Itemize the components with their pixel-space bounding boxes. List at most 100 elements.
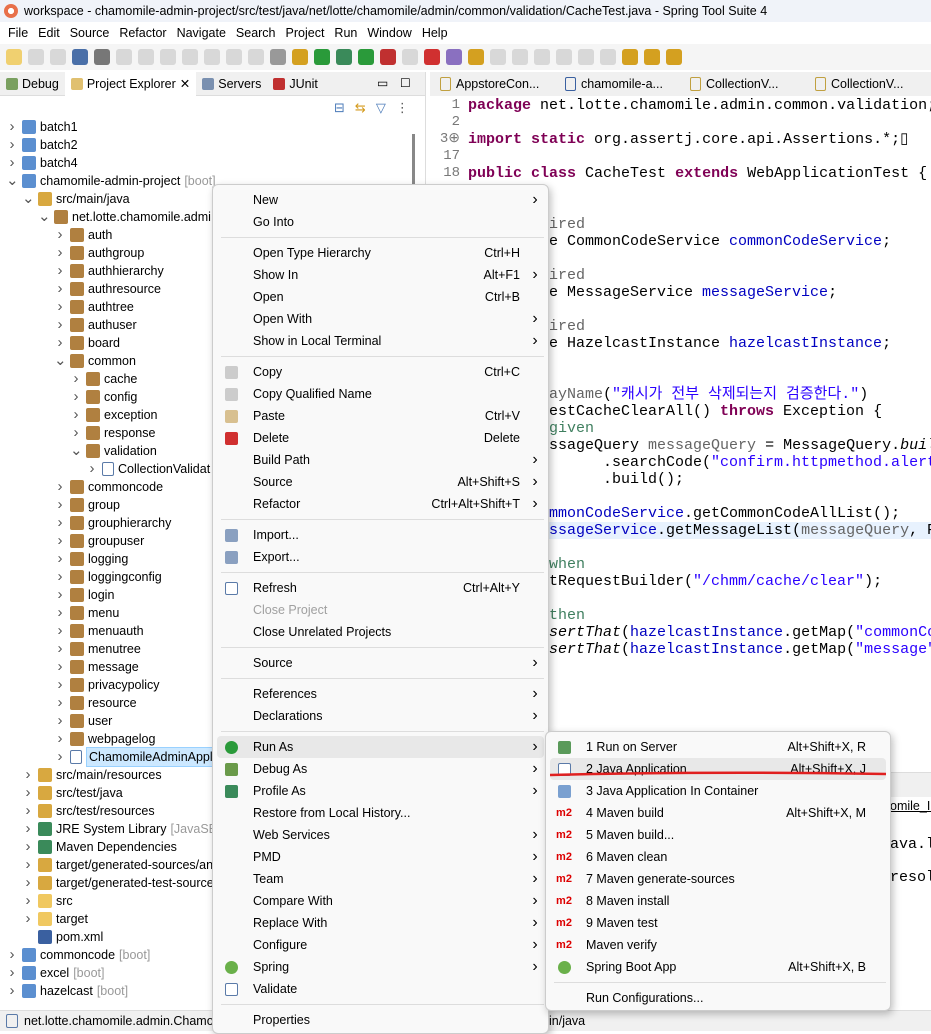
menu-item-paste[interactable]: Paste Ctrl+V: [217, 405, 544, 427]
menu-item-export[interactable]: Export...: [217, 546, 544, 568]
menu-item-validate[interactable]: Validate: [217, 978, 544, 1000]
chevron-right-icon[interactable]: ›: [54, 280, 66, 298]
chevron-right-icon[interactable]: ›: [54, 712, 66, 730]
menu-file[interactable]: File: [4, 26, 34, 40]
menu-item-6-maven-clean[interactable]: m2 6 Maven clean: [550, 846, 886, 868]
menu-item-7-maven-generate-sources[interactable]: m2 7 Maven generate-sources: [550, 868, 886, 890]
chevron-right-icon[interactable]: ›: [54, 568, 66, 586]
menu-item-open-type-hierarchy[interactable]: Open Type Hierarchy Ctrl+H: [217, 242, 544, 264]
menu-item-compare-with[interactable]: Compare With ›: [217, 890, 544, 912]
tree-item[interactable]: › authhierarchy: [54, 262, 164, 280]
tree-item[interactable]: › src/test/java: [22, 784, 123, 802]
chevron-right-icon[interactable]: ›: [54, 622, 66, 640]
toolbar-button-icon[interactable]: [512, 49, 528, 65]
tree-item[interactable]: › user: [54, 712, 113, 730]
chevron-right-icon[interactable]: ›: [54, 550, 66, 568]
chevron-right-icon[interactable]: ›: [22, 874, 34, 892]
editor-tab[interactable]: chamomile-a...: [555, 72, 680, 96]
menu-item-run-configurations[interactable]: Run Configurations...: [550, 987, 886, 1009]
tree-item[interactable]: ⌄ validation: [70, 442, 157, 460]
chevron-right-icon[interactable]: ›: [22, 766, 34, 784]
toolbar-button-icon[interactable]: [116, 49, 132, 65]
chevron-right-icon[interactable]: ›: [54, 694, 66, 712]
tree-item[interactable]: › group: [54, 496, 120, 514]
toolbar-button-icon[interactable]: [666, 49, 682, 65]
tree-item[interactable]: › menutree: [54, 640, 141, 658]
toolbar-button-icon[interactable]: [644, 49, 660, 65]
tree-item[interactable]: ⌄ common: [54, 352, 136, 370]
menu-item-web-services[interactable]: Web Services ›: [217, 824, 544, 846]
chevron-right-icon[interactable]: ›: [54, 676, 66, 694]
tree-item[interactable]: › message: [54, 658, 139, 676]
tree-item[interactable]: › response: [70, 424, 156, 442]
toolbar-button-icon[interactable]: [6, 49, 22, 65]
menu-item-import[interactable]: Import...: [217, 524, 544, 546]
tree-item[interactable]: ⌄ net.lotte.chamomile.admi: [38, 208, 211, 226]
chevron-right-icon[interactable]: ›: [6, 136, 18, 154]
tree-item[interactable]: › commoncode [boot]: [6, 946, 151, 964]
chevron-right-icon[interactable]: ›: [22, 802, 34, 820]
tree-item[interactable]: › JRE System Library [JavaSE-1: [22, 820, 229, 838]
chevron-right-icon[interactable]: ›: [70, 388, 82, 406]
tab-debug[interactable]: Debug: [0, 72, 65, 96]
tree-item[interactable]: › target/generated-test-source: [22, 874, 214, 892]
toolbar-button-icon[interactable]: [270, 49, 286, 65]
menu-item-spring[interactable]: Spring ›: [217, 956, 544, 978]
filter-icon[interactable]: ▽: [376, 100, 386, 116]
collapse-all-icon[interactable]: ⊟: [334, 100, 345, 116]
menu-item-copy-qualified-name[interactable]: Copy Qualified Name: [217, 383, 544, 405]
chevron-right-icon[interactable]: ›: [22, 838, 34, 856]
chevron-right-icon[interactable]: ›: [6, 118, 18, 136]
toolbar-button-icon[interactable]: [534, 49, 550, 65]
tree-item[interactable]: › target/generated-sources/ann: [22, 856, 221, 874]
toolbar-button-icon[interactable]: [94, 49, 110, 65]
tree-item[interactable]: › authtree: [54, 298, 134, 316]
menu-item-go-into[interactable]: Go Into: [217, 211, 544, 233]
chevron-down-icon[interactable]: ⌄: [54, 352, 67, 370]
menu-item-build-path[interactable]: Build Path ›: [217, 449, 544, 471]
menu-item-8-maven-install[interactable]: m2 8 Maven install: [550, 890, 886, 912]
chevron-right-icon[interactable]: ›: [70, 406, 82, 424]
menu-item-refactor[interactable]: Refactor Ctrl+Alt+Shift+T ›: [217, 493, 544, 515]
tree-item[interactable]: ⌄ src/main/java: [22, 190, 130, 208]
chevron-right-icon[interactable]: ›: [54, 604, 66, 622]
chevron-right-icon[interactable]: ›: [6, 982, 18, 1000]
chevron-right-icon[interactable]: ›: [54, 496, 66, 514]
tree-item[interactable]: › src: [22, 892, 73, 910]
menu-item-configure[interactable]: Configure ›: [217, 934, 544, 956]
tree-item[interactable]: › src/test/resources: [22, 802, 155, 820]
chevron-right-icon[interactable]: ›: [22, 856, 34, 874]
tree-item[interactable]: ⌄ chamomile-admin-project [boot]: [6, 172, 216, 190]
tree-item[interactable]: › authresource: [54, 280, 161, 298]
chevron-down-icon[interactable]: ⌄: [38, 208, 51, 226]
menu-item-4-maven-build[interactable]: m2 4 Maven build Alt+Shift+X, M: [550, 802, 886, 824]
menu-item-declarations[interactable]: Declarations ›: [217, 705, 544, 727]
tree-item[interactable]: › authgroup: [54, 244, 145, 262]
editor-tab[interactable]: CollectionV...: [805, 72, 930, 96]
tree-item[interactable]: › src/main/resources: [22, 766, 162, 784]
menu-project[interactable]: Project: [282, 26, 331, 40]
chevron-right-icon[interactable]: ›: [54, 748, 66, 766]
editor-tab[interactable]: AppstoreCon...: [430, 72, 555, 96]
chevron-right-icon[interactable]: ›: [6, 154, 18, 172]
tree-item[interactable]: › ChamomileAdminAppl: [54, 747, 216, 767]
menu-item-refresh[interactable]: Refresh Ctrl+Alt+Y: [217, 577, 544, 599]
tree-item[interactable]: › cache: [70, 370, 138, 388]
tree-item[interactable]: › auth: [54, 226, 113, 244]
toolbar-button-icon[interactable]: [50, 49, 66, 65]
toolbar-button-icon[interactable]: [600, 49, 616, 65]
tree-item[interactable]: › CollectionValidat: [86, 460, 211, 478]
tree-item[interactable]: › Maven Dependencies: [22, 838, 177, 856]
toolbar-button-icon[interactable]: [248, 49, 264, 65]
chevron-right-icon[interactable]: ›: [22, 910, 34, 928]
toolbar-button-icon[interactable]: [622, 49, 638, 65]
menu-help[interactable]: Help: [418, 26, 454, 40]
toolbar-button-icon[interactable]: [138, 49, 154, 65]
minimize-view-button[interactable]: ▭: [377, 76, 388, 90]
toolbar-button-icon[interactable]: [72, 49, 88, 65]
tree-item[interactable]: › groupuser: [54, 532, 145, 550]
tree-item[interactable]: › board: [54, 334, 120, 352]
toolbar-button-icon[interactable]: [380, 49, 396, 65]
tree-item[interactable]: › authuser: [54, 316, 137, 334]
menu-item-5-maven-build[interactable]: m2 5 Maven build...: [550, 824, 886, 846]
